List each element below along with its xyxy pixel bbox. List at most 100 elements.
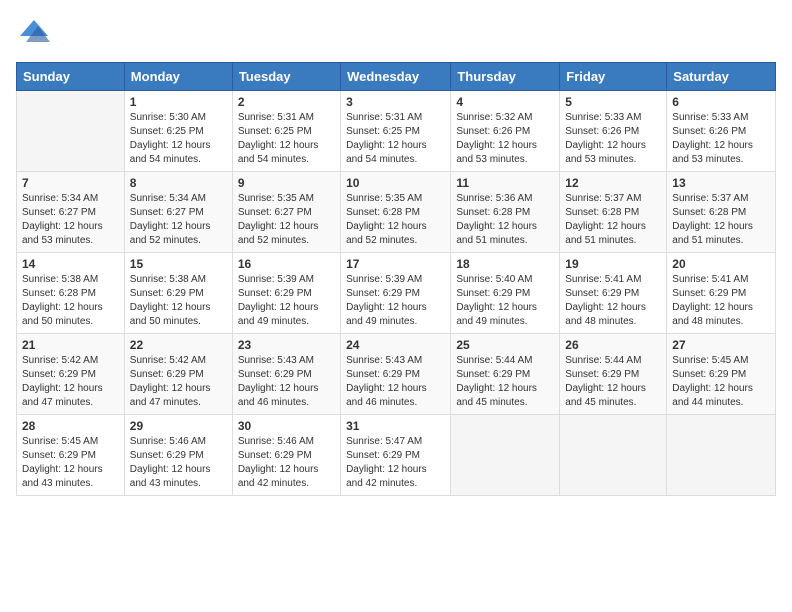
day-number: 13 bbox=[672, 176, 770, 190]
day-cell: 1 Sunrise: 5:30 AMSunset: 6:25 PMDaylight… bbox=[124, 91, 232, 172]
page-header bbox=[16, 16, 776, 52]
day-cell: 16 Sunrise: 5:39 AMSunset: 6:29 PMDayligh… bbox=[232, 253, 340, 334]
day-info: Sunrise: 5:43 AMSunset: 6:29 PMDaylight:… bbox=[238, 354, 335, 410]
day-info: Sunrise: 5:30 AMSunset: 6:25 PMDaylight:… bbox=[130, 111, 227, 167]
day-number: 9 bbox=[238, 176, 335, 190]
day-info: Sunrise: 5:38 AMSunset: 6:29 PMDaylight:… bbox=[130, 273, 227, 329]
day-cell: 31 Sunrise: 5:47 AMSunset: 6:29 PMDayligh… bbox=[341, 415, 451, 496]
day-number: 3 bbox=[346, 95, 445, 109]
day-info: Sunrise: 5:46 AMSunset: 6:29 PMDaylight:… bbox=[130, 435, 227, 491]
day-cell: 28 Sunrise: 5:45 AMSunset: 6:29 PMDayligh… bbox=[17, 415, 125, 496]
header-row: SundayMondayTuesdayWednesdayThursdayFrid… bbox=[17, 63, 776, 91]
day-info: Sunrise: 5:42 AMSunset: 6:29 PMDaylight:… bbox=[22, 354, 119, 410]
day-number: 25 bbox=[456, 338, 554, 352]
day-cell: 22Sunrise: 5:42 AMSunset: 6:29 PMDayligh… bbox=[124, 334, 232, 415]
day-cell: 18Sunrise: 5:40 AMSunset: 6:29 PMDayligh… bbox=[451, 253, 560, 334]
day-info: Sunrise: 5:41 AMSunset: 6:29 PMDaylight:… bbox=[565, 273, 661, 329]
day-number: 30 bbox=[238, 419, 335, 433]
day-number: 5 bbox=[565, 95, 661, 109]
week-row-3: 14 Sunrise: 5:38 AMSunset: 6:28 PMDayligh… bbox=[17, 253, 776, 334]
calendar-header: SundayMondayTuesdayWednesdayThursdayFrid… bbox=[17, 63, 776, 91]
day-info: Sunrise: 5:33 AMSunset: 6:26 PMDaylight:… bbox=[672, 111, 770, 167]
header-cell-sunday: Sunday bbox=[17, 63, 125, 91]
day-cell: 12 Sunrise: 5:37 AMSunset: 6:28 PMDayligh… bbox=[560, 172, 667, 253]
day-cell: 14 Sunrise: 5:38 AMSunset: 6:28 PMDayligh… bbox=[17, 253, 125, 334]
day-info: Sunrise: 5:41 AMSunset: 6:29 PMDaylight:… bbox=[672, 273, 770, 329]
week-row-1: 1 Sunrise: 5:30 AMSunset: 6:25 PMDaylight… bbox=[17, 91, 776, 172]
logo bbox=[16, 16, 56, 52]
day-number: 14 bbox=[22, 257, 119, 271]
day-cell: 20 Sunrise: 5:41 AMSunset: 6:29 PMDayligh… bbox=[667, 253, 776, 334]
day-cell: 15 Sunrise: 5:38 AMSunset: 6:29 PMDayligh… bbox=[124, 253, 232, 334]
day-cell: 8 Sunrise: 5:34 AMSunset: 6:27 PMDaylight… bbox=[124, 172, 232, 253]
day-cell: 2Sunrise: 5:31 AMSunset: 6:25 PMDaylight… bbox=[232, 91, 340, 172]
day-info: Sunrise: 5:45 AMSunset: 6:29 PMDaylight:… bbox=[22, 435, 119, 491]
day-cell: 21 Sunrise: 5:42 AMSunset: 6:29 PMDayligh… bbox=[17, 334, 125, 415]
logo-icon bbox=[16, 16, 52, 52]
day-number: 4 bbox=[456, 95, 554, 109]
day-cell: 17 Sunrise: 5:39 AMSunset: 6:29 PMDayligh… bbox=[341, 253, 451, 334]
day-number: 19 bbox=[565, 257, 661, 271]
day-number: 1 bbox=[130, 95, 227, 109]
day-info: Sunrise: 5:44 AMSunset: 6:29 PMDaylight:… bbox=[565, 354, 661, 410]
day-cell: 7Sunrise: 5:34 AMSunset: 6:27 PMDaylight… bbox=[17, 172, 125, 253]
day-info: Sunrise: 5:38 AMSunset: 6:28 PMDaylight:… bbox=[22, 273, 119, 329]
week-row-5: 28 Sunrise: 5:45 AMSunset: 6:29 PMDayligh… bbox=[17, 415, 776, 496]
day-number: 26 bbox=[565, 338, 661, 352]
day-cell: 19 Sunrise: 5:41 AMSunset: 6:29 PMDayligh… bbox=[560, 253, 667, 334]
day-info: Sunrise: 5:39 AMSunset: 6:29 PMDaylight:… bbox=[346, 273, 445, 329]
day-cell: 23Sunrise: 5:43 AMSunset: 6:29 PMDayligh… bbox=[232, 334, 340, 415]
day-cell: 13 Sunrise: 5:37 AMSunset: 6:28 PMDayligh… bbox=[667, 172, 776, 253]
week-row-4: 21 Sunrise: 5:42 AMSunset: 6:29 PMDayligh… bbox=[17, 334, 776, 415]
day-number: 18 bbox=[456, 257, 554, 271]
day-number: 27 bbox=[672, 338, 770, 352]
day-cell: 9 Sunrise: 5:35 AMSunset: 6:27 PMDaylight… bbox=[232, 172, 340, 253]
day-cell bbox=[560, 415, 667, 496]
day-info: Sunrise: 5:37 AMSunset: 6:28 PMDaylight:… bbox=[672, 192, 770, 248]
calendar-table: SundayMondayTuesdayWednesdayThursdayFrid… bbox=[16, 62, 776, 496]
header-cell-saturday: Saturday bbox=[667, 63, 776, 91]
day-number: 15 bbox=[130, 257, 227, 271]
day-cell: 25 Sunrise: 5:44 AMSunset: 6:29 PMDayligh… bbox=[451, 334, 560, 415]
day-info: Sunrise: 5:36 AMSunset: 6:28 PMDaylight:… bbox=[456, 192, 554, 248]
day-cell: 4 Sunrise: 5:32 AMSunset: 6:26 PMDaylight… bbox=[451, 91, 560, 172]
day-number: 7 bbox=[22, 176, 119, 190]
day-cell: 11Sunrise: 5:36 AMSunset: 6:28 PMDayligh… bbox=[451, 172, 560, 253]
day-number: 10 bbox=[346, 176, 445, 190]
day-number: 29 bbox=[130, 419, 227, 433]
day-number: 22 bbox=[130, 338, 227, 352]
header-cell-monday: Monday bbox=[124, 63, 232, 91]
day-info: Sunrise: 5:47 AMSunset: 6:29 PMDaylight:… bbox=[346, 435, 445, 491]
week-row-2: 7 Sunrise: 5:34 AMSunset: 6:27 PMDaylight… bbox=[17, 172, 776, 253]
header-cell-thursday: Thursday bbox=[451, 63, 560, 91]
day-info: Sunrise: 5:37 AMSunset: 6:28 PMDaylight:… bbox=[565, 192, 661, 248]
day-cell bbox=[451, 415, 560, 496]
day-number: 28 bbox=[22, 419, 119, 433]
calendar-body: 1 Sunrise: 5:30 AMSunset: 6:25 PMDaylight… bbox=[17, 91, 776, 496]
day-number: 8 bbox=[130, 176, 227, 190]
day-number: 21 bbox=[22, 338, 119, 352]
day-info: Sunrise: 5:44 AMSunset: 6:29 PMDaylight:… bbox=[456, 354, 554, 410]
day-cell: 10Sunrise: 5:35 AMSunset: 6:28 PMDayligh… bbox=[341, 172, 451, 253]
day-number: 24 bbox=[346, 338, 445, 352]
day-info: Sunrise: 5:39 AMSunset: 6:29 PMDaylight:… bbox=[238, 273, 335, 329]
day-cell: 27 Sunrise: 5:45 AMSunset: 6:29 PMDayligh… bbox=[667, 334, 776, 415]
day-cell: 30Sunrise: 5:46 AMSunset: 6:29 PMDayligh… bbox=[232, 415, 340, 496]
day-cell: 3 Sunrise: 5:31 AMSunset: 6:25 PMDaylight… bbox=[341, 91, 451, 172]
day-number: 31 bbox=[346, 419, 445, 433]
header-cell-tuesday: Tuesday bbox=[232, 63, 340, 91]
day-number: 20 bbox=[672, 257, 770, 271]
day-number: 12 bbox=[565, 176, 661, 190]
day-info: Sunrise: 5:34 AMSunset: 6:27 PMDaylight:… bbox=[130, 192, 227, 248]
day-info: Sunrise: 5:43 AMSunset: 6:29 PMDaylight:… bbox=[346, 354, 445, 410]
day-cell: 26 Sunrise: 5:44 AMSunset: 6:29 PMDayligh… bbox=[560, 334, 667, 415]
day-number: 17 bbox=[346, 257, 445, 271]
day-cell: 5Sunrise: 5:33 AMSunset: 6:26 PMDaylight… bbox=[560, 91, 667, 172]
day-info: Sunrise: 5:31 AMSunset: 6:25 PMDaylight:… bbox=[346, 111, 445, 167]
day-info: Sunrise: 5:32 AMSunset: 6:26 PMDaylight:… bbox=[456, 111, 554, 167]
header-cell-wednesday: Wednesday bbox=[341, 63, 451, 91]
header-cell-friday: Friday bbox=[560, 63, 667, 91]
day-number: 16 bbox=[238, 257, 335, 271]
day-info: Sunrise: 5:35 AMSunset: 6:27 PMDaylight:… bbox=[238, 192, 335, 248]
day-info: Sunrise: 5:45 AMSunset: 6:29 PMDaylight:… bbox=[672, 354, 770, 410]
